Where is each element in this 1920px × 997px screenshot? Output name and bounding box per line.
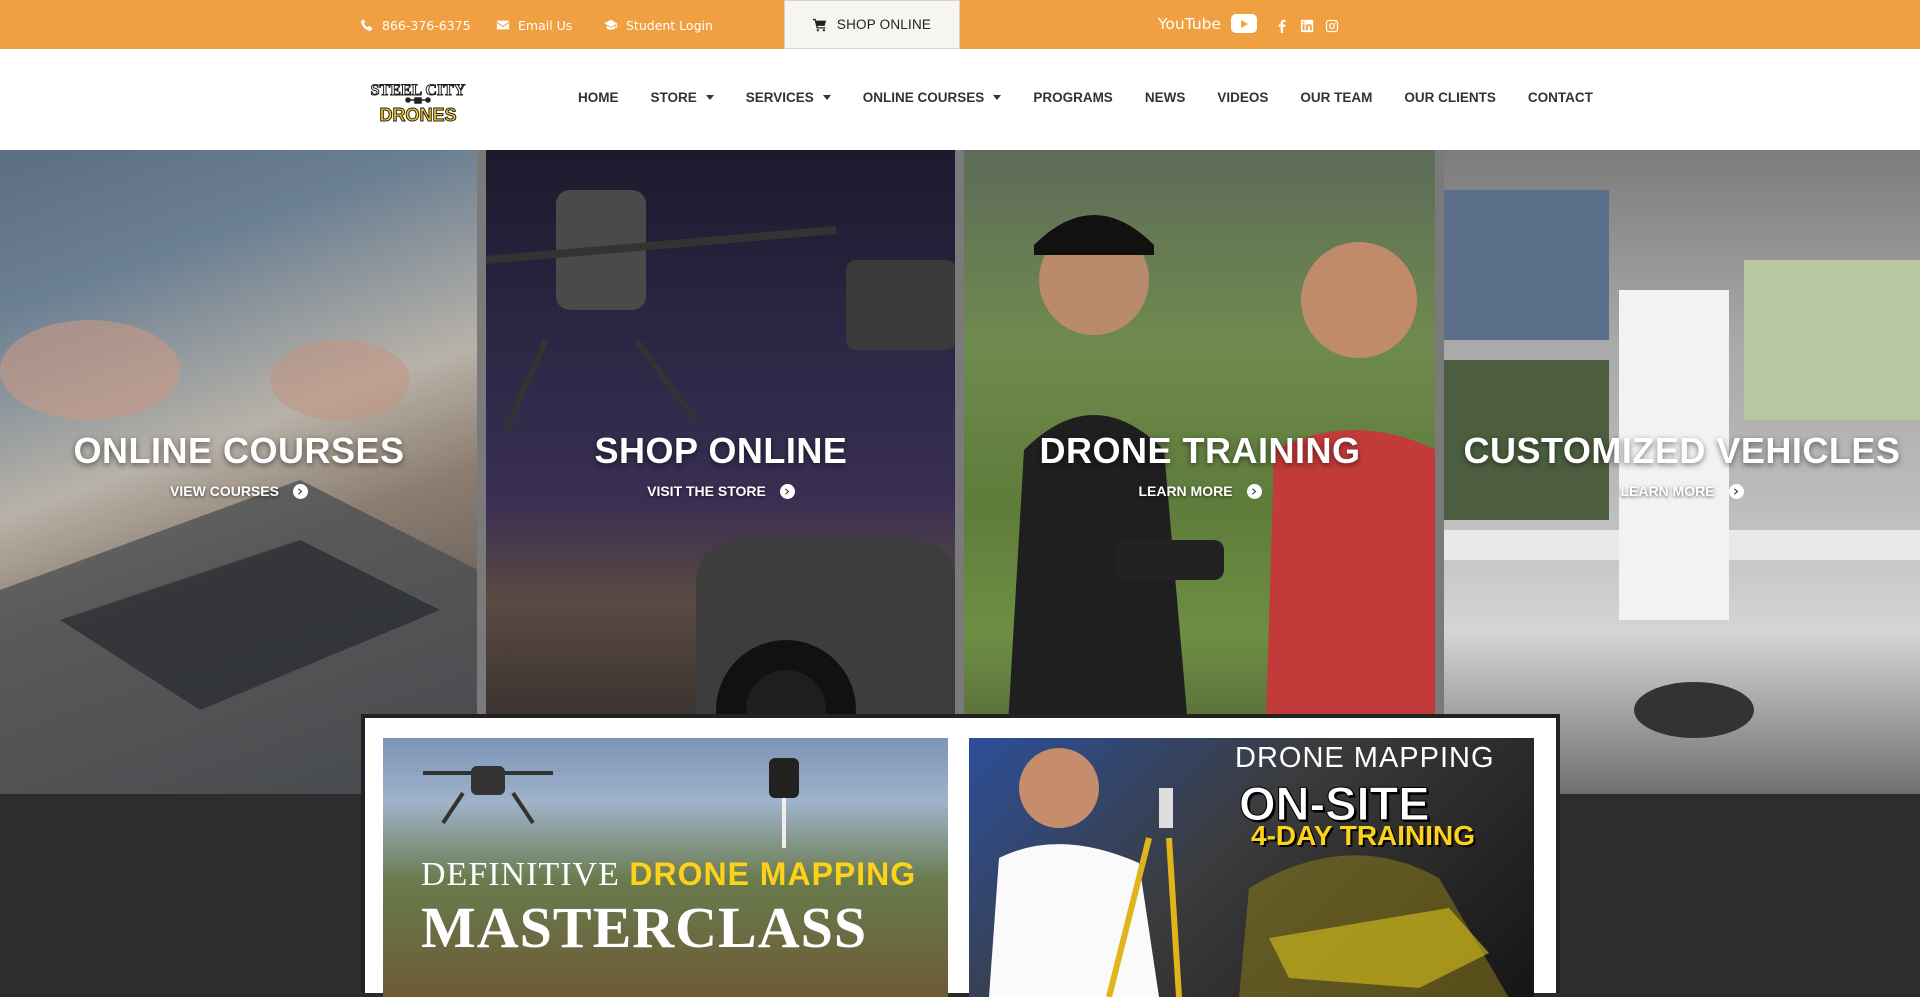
graduation-cap-icon <box>604 19 618 30</box>
nav-videos[interactable]: VIDEOS <box>1217 90 1268 105</box>
cart-icon <box>812 18 826 31</box>
linkedin-icon[interactable] <box>1300 18 1314 33</box>
chevron-right-circle-icon <box>1246 483 1262 499</box>
nav-online-courses-label: ONLINE COURSES <box>862 90 985 105</box>
drone-image <box>486 190 956 794</box>
shop-online-label: SHOP ONLINE <box>836 17 932 32</box>
youtube-link[interactable]: YouTube <box>1158 14 1258 33</box>
envelope-icon <box>496 20 510 30</box>
panel-link-label: VIEW COURSES <box>170 483 279 499</box>
chevron-right-circle-icon <box>292 483 308 499</box>
panel-title: CUSTOMIZED VEHICLES <box>1463 430 1901 471</box>
nav-store[interactable]: STORE <box>651 90 714 105</box>
panel-title: DRONE TRAINING <box>1039 430 1361 471</box>
logo-line-2: DRONES <box>379 105 456 125</box>
main-nav: HOME STORE SERVICES ONLINE COURSES PROGR… <box>578 90 1625 105</box>
panel-divider <box>477 150 486 715</box>
masterclass-line-1a: DEFINITIVE <box>421 856 630 893</box>
view-courses-link[interactable]: VIEW COURSES <box>0 483 478 499</box>
chevron-right-circle-icon <box>1728 483 1744 499</box>
caret-down-icon <box>993 95 1002 100</box>
training-line-1: DRONE MAPPING <box>1235 742 1495 774</box>
nav-contact-label: CONTACT <box>1527 90 1593 105</box>
nav-store-label: STORE <box>650 90 697 105</box>
nav-our-team-label: OUR TEAM <box>1300 90 1373 105</box>
visit-store-link[interactable]: VISIT THE STORE <box>486 483 956 499</box>
panel-divider <box>1435 150 1444 715</box>
masterclass-banner[interactable]: DEFINITIVE DRONE MAPPING MASTERCLASS <box>383 738 948 997</box>
nav-services-label: SERVICES <box>745 90 814 105</box>
nav-news[interactable]: NEWS <box>1145 90 1186 105</box>
training-image <box>1004 215 1436 794</box>
nav-contact[interactable]: CONTACT <box>1528 90 1593 105</box>
student-login-text: Student Login <box>626 17 713 33</box>
nav-videos-label: VIDEOS <box>1217 90 1269 105</box>
promo-banners: DEFINITIVE DRONE MAPPING MASTERCLASS DRO… <box>361 714 1560 997</box>
vehicles-learn-more-link[interactable]: LEARN MORE <box>1444 483 1920 499</box>
shop-online-button[interactable]: SHOP ONLINE <box>784 0 960 49</box>
laptop-image <box>0 320 478 794</box>
panel-link-label: LEARN MORE <box>1138 483 1233 499</box>
nav-programs-label: PROGRAMS <box>1033 90 1113 105</box>
nav-our-clients-label: OUR CLIENTS <box>1404 90 1496 105</box>
masterclass-line-2: MASTERCLASS <box>421 895 868 960</box>
chevron-right-circle-icon <box>779 483 795 499</box>
panel-divider <box>955 150 964 715</box>
caret-down-icon <box>705 95 714 100</box>
hero-panel-shop-online[interactable]: SHOP ONLINE VISIT THE STORE <box>486 150 956 794</box>
youtube-label: YouTube <box>1158 14 1222 33</box>
nav-our-team[interactable]: OUR TEAM <box>1300 90 1372 105</box>
nav-news-label: NEWS <box>1144 90 1186 105</box>
steel-city-drones-logo[interactable]: STEEL CITY DRONES <box>362 75 474 126</box>
panel-link-label: LEARN MORE <box>1620 483 1715 499</box>
phone-icon <box>361 19 373 31</box>
facebook-icon[interactable] <box>1275 18 1289 33</box>
masterclass-line-1b: DRONE MAPPING <box>629 856 917 892</box>
hero-section: ONLINE COURSES VIEW COURSES SHOP ONLINE … <box>0 150 1920 794</box>
panel-link-label: VISIT THE STORE <box>647 483 766 499</box>
nav-home[interactable]: HOME <box>578 90 619 105</box>
phone-link[interactable]: 866-376-6375 <box>360 16 471 34</box>
nav-online-courses[interactable]: ONLINE COURSES <box>863 90 1002 105</box>
training-line-3: 4-DAY TRAINING <box>1251 820 1476 851</box>
onsite-training-banner[interactable]: DRONE MAPPING ON-SITE 4-DAY TRAINING <box>969 738 1534 997</box>
instagram-icon[interactable] <box>1325 18 1339 33</box>
top-bar: 866-376-6375 Email Us Student Login SHOP… <box>0 0 1920 49</box>
student-login-link[interactable]: Student Login <box>604 16 713 34</box>
panel-title: SHOP ONLINE <box>594 430 848 471</box>
nav-home-label: HOME <box>578 90 619 105</box>
hero-panel-customized-vehicles[interactable]: CUSTOMIZED VEHICLES LEARN MORE <box>1444 150 1920 794</box>
main-header: STEEL CITY DRONES HOME STORE SERVICES ON… <box>0 49 1920 150</box>
nav-our-clients[interactable]: OUR CLIENTS <box>1404 90 1496 105</box>
nav-services[interactable]: SERVICES <box>746 90 831 105</box>
caret-down-icon <box>822 95 831 100</box>
vehicle-interior-image <box>1444 190 1920 738</box>
masterclass-line-1: DEFINITIVE DRONE MAPPING <box>421 856 916 894</box>
logo-line-1: STEEL CITY <box>371 82 466 99</box>
email-text: Email Us <box>518 17 573 33</box>
nav-programs[interactable]: PROGRAMS <box>1033 90 1113 105</box>
hero-panel-online-courses[interactable]: ONLINE COURSES VIEW COURSES <box>0 150 478 794</box>
hero-panel-drone-training[interactable]: DRONE TRAINING LEARN MORE <box>964 150 1436 794</box>
phone-text: 866-376-6375 <box>382 17 471 33</box>
panel-title: ONLINE COURSES <box>73 430 405 471</box>
youtube-icon <box>1231 14 1258 33</box>
email-link[interactable]: Email Us <box>496 16 572 34</box>
drone-training-learn-more-link[interactable]: LEARN MORE <box>964 483 1436 499</box>
